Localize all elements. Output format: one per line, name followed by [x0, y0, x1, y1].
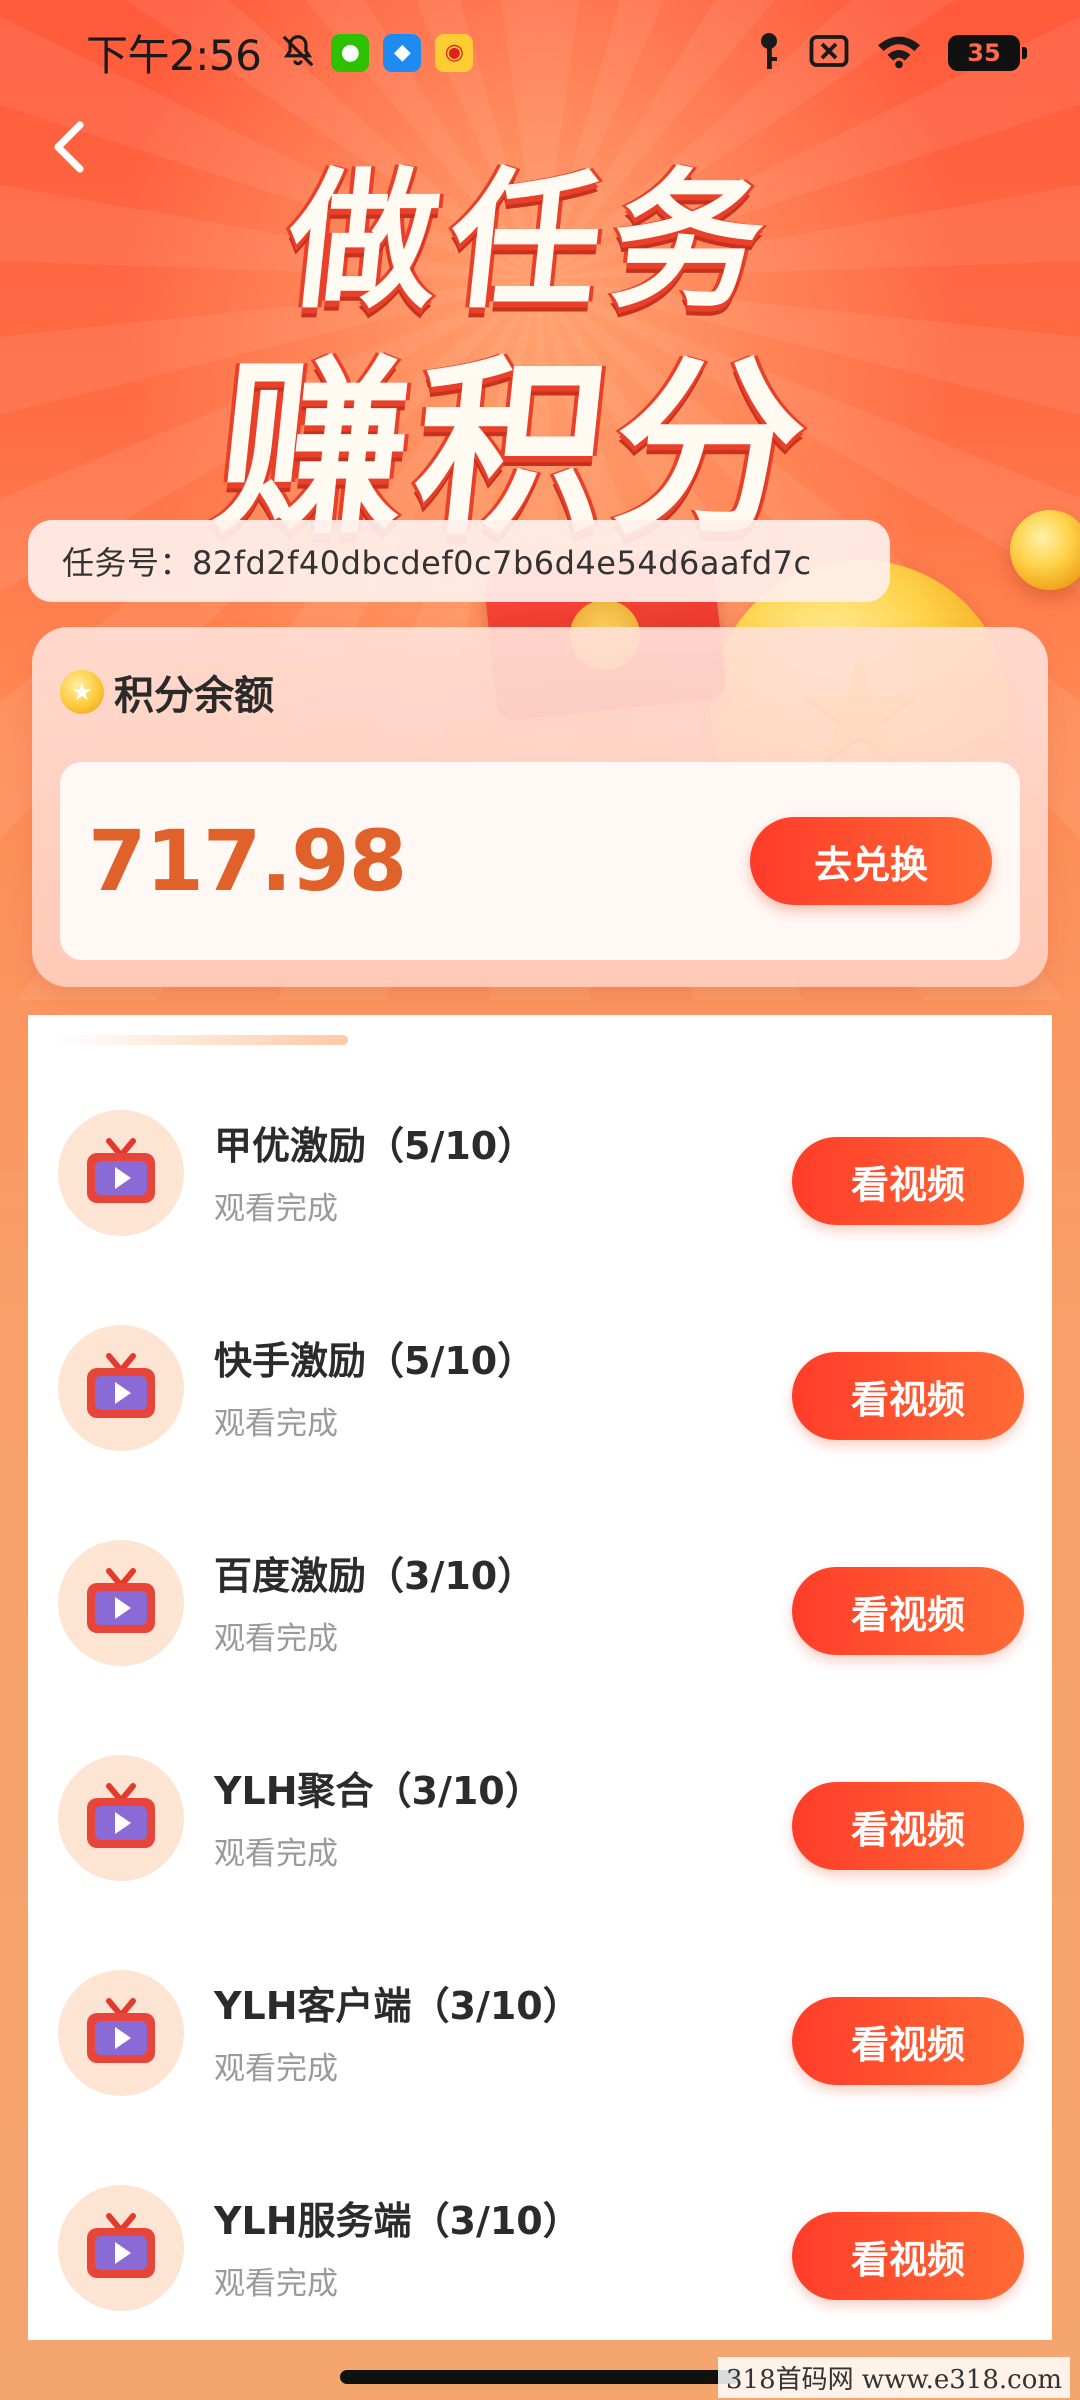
watch-video-button[interactable]: 看视频: [792, 1567, 1024, 1655]
tv-play-icon-wrap: [58, 1540, 184, 1666]
task-status: 观看完成: [214, 2051, 338, 2087]
task-name: YLH服务端（3/10）: [214, 2199, 581, 2243]
tv-play-icon-wrap: [58, 2185, 184, 2311]
wechat-icon: ●: [331, 33, 370, 72]
watch-video-button[interactable]: 看视频: [792, 2212, 1024, 2300]
tv-play-icon-wrap: [58, 1325, 184, 1451]
watch-video-button[interactable]: 看视频: [792, 1782, 1024, 1870]
weibo-icon: ◉: [435, 33, 474, 72]
watch-video-button[interactable]: 看视频: [792, 1997, 1024, 2085]
tv-play-icon: [87, 1568, 155, 1633]
task-status: 观看完成: [214, 2266, 338, 2302]
key-icon: [756, 31, 782, 75]
task-name: 甲优激励（5/10）: [214, 1124, 536, 1168]
task-row: YLH服务端（3/10） 观看完成 看视频: [28, 2130, 1052, 2340]
mute-icon: [279, 32, 317, 74]
points-card: ★ 积分余额 717.98 去兑换: [32, 627, 1048, 987]
battery-icon: 35: [948, 34, 1027, 71]
task-name: 快手激励（5/10）: [214, 1339, 536, 1383]
task-row: 甲优激励（5/10） 观看完成 看视频: [28, 1055, 1052, 1270]
task-row: 百度激励（3/10） 观看完成 看视频: [28, 1485, 1052, 1700]
points-header: ★ 积分余额: [60, 663, 274, 721]
task-name: YLH聚合（3/10）: [214, 1769, 543, 1813]
task-name: YLH客户端（3/10）: [214, 1984, 581, 2028]
task-row: YLH客户端（3/10） 观看完成 看视频: [28, 1915, 1052, 2130]
tv-play-icon: [87, 1783, 155, 1848]
watch-video-button[interactable]: 看视频: [792, 1352, 1024, 1440]
sim-off-icon: [808, 33, 850, 73]
tv-play-icon: [87, 1998, 155, 2063]
task-row: 快手激励（5/10） 观看完成 看视频: [28, 1270, 1052, 1485]
wifi-icon: [876, 33, 922, 73]
section-title-underline: [58, 1035, 348, 1045]
task-list: 甲优激励（5/10） 观看完成 看视频 快手激励（5/10） 观看完成 看视频 百度激励（3…: [28, 1015, 1052, 2340]
watermark: 318首码网 www.e318.com: [718, 2357, 1070, 2398]
points-balance-box: 717.98 去兑换: [60, 762, 1020, 960]
task-id-pill: 任务号：82fd2f40dbcdef0c7b6d4e54d6aafd7c: [28, 520, 890, 602]
coin-icon: ★: [60, 670, 104, 714]
tv-play-icon: [87, 2213, 155, 2278]
tv-play-icon-wrap: [58, 1755, 184, 1881]
home-indicator[interactable]: [340, 2370, 740, 2384]
task-status: 观看完成: [214, 1191, 338, 1227]
tv-play-icon: [87, 1138, 155, 1203]
tv-play-icon: [87, 1353, 155, 1418]
hero-title: 做任务 赚积分: [180, 120, 940, 560]
watch-video-button[interactable]: 看视频: [792, 1137, 1024, 1225]
safari-icon: ◆: [383, 33, 422, 72]
status-bar: 下午2:56 ● ◆ ◉ 35: [0, 0, 1080, 105]
tv-play-icon-wrap: [58, 1110, 184, 1236]
task-status: 观看完成: [214, 1621, 338, 1657]
task-row: YLH聚合（3/10） 观看完成 看视频: [28, 1700, 1052, 1915]
task-status: 观看完成: [214, 1406, 338, 1442]
back-arrow-icon: [54, 121, 84, 173]
task-status: 观看完成: [214, 1836, 338, 1872]
points-title: 积分余额: [114, 673, 274, 719]
deco-coin-small: [1010, 510, 1080, 590]
tv-play-icon-wrap: [58, 1970, 184, 2096]
status-time: 下午2:56: [86, 31, 262, 80]
back-button[interactable]: [40, 112, 100, 182]
exchange-button[interactable]: 去兑换: [750, 817, 992, 905]
points-value: 717.98: [88, 812, 407, 910]
task-name: 百度激励（3/10）: [214, 1554, 536, 1598]
